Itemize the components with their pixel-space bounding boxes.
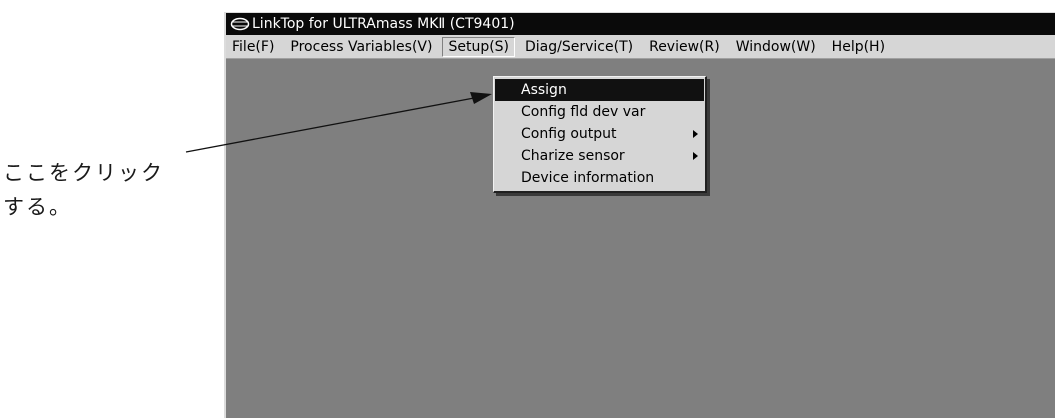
annotation-line-1: ここをクリック — [3, 161, 164, 185]
menu-help[interactable]: Help(H) — [826, 37, 891, 57]
menu-process-variables[interactable]: Process Variables(V) — [284, 37, 438, 57]
menu-item-charize-sensor[interactable]: Charize sensor — [495, 145, 704, 167]
menu-item-assign[interactable]: Assign — [495, 79, 704, 101]
window-title: LinkTop for ULTRAmass MKⅡ (CT9401) — [252, 16, 515, 32]
menu-diag-service[interactable]: Diag/Service(T) — [519, 37, 639, 57]
menu-review[interactable]: Review(R) — [643, 37, 726, 57]
annotation-line-2: する。 — [3, 195, 72, 219]
menu-bar: File(F) Process Variables(V) Setup(S) Di… — [226, 35, 1055, 59]
menu-item-label: Config fld dev var — [521, 104, 646, 120]
menu-item-label: Device information — [521, 170, 655, 186]
menu-setup[interactable]: Setup(S) — [442, 36, 516, 57]
menu-item-config-output[interactable]: Config output — [495, 123, 704, 145]
menu-item-config-fld-dev-var[interactable]: Config fld dev var — [495, 101, 704, 123]
hart-modem-icon — [230, 17, 250, 31]
menu-item-label: Config output — [521, 126, 617, 142]
menu-item-label: Charize sensor — [521, 148, 625, 164]
setup-dropdown-menu: Assign Config fld dev var Config output … — [493, 76, 707, 193]
menu-item-label: Assign — [521, 82, 567, 98]
app-window: LinkTop for ULTRAmass MKⅡ (CT9401) File(… — [224, 12, 1055, 418]
annotation-callout: ここをクリック する。 — [3, 156, 164, 224]
menu-item-device-information[interactable]: Device information — [495, 167, 704, 189]
submenu-arrow-icon — [693, 152, 698, 160]
title-bar[interactable]: LinkTop for ULTRAmass MKⅡ (CT9401) — [226, 13, 1055, 35]
submenu-arrow-icon — [693, 130, 698, 138]
menu-file[interactable]: File(F) — [226, 37, 280, 57]
menu-window[interactable]: Window(W) — [730, 37, 822, 57]
